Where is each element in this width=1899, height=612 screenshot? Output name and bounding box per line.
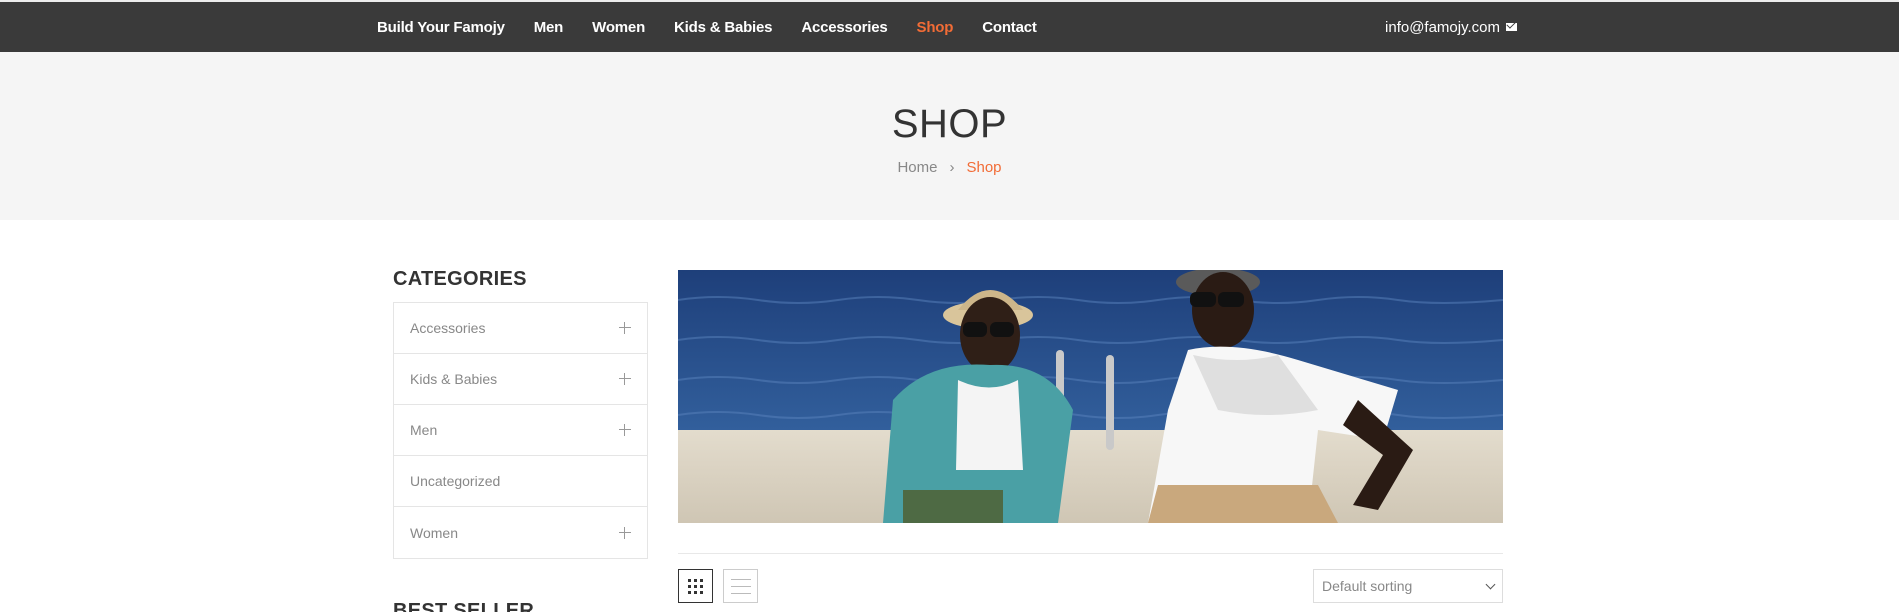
breadcrumb-separator-icon: › bbox=[949, 159, 955, 176]
breadcrumb-current: Shop bbox=[966, 159, 1002, 176]
sort-select[interactable]: Default sorting bbox=[1313, 569, 1503, 603]
best-seller-heading: BEST SELLER bbox=[393, 600, 535, 612]
list-view-icon bbox=[730, 578, 751, 580]
category-item-men[interactable]: Men bbox=[394, 405, 647, 456]
list-view-icon bbox=[730, 585, 751, 587]
nav-item-men[interactable]: Men bbox=[534, 19, 564, 36]
plus-icon[interactable] bbox=[619, 526, 631, 539]
breadcrumb: Home › Shop bbox=[0, 159, 1899, 176]
nav-item-shop[interactable]: Shop bbox=[917, 19, 954, 36]
top-navigation-bar: Build Your Famojy Men Women Kids & Babie… bbox=[0, 0, 1899, 52]
shop-banner-image bbox=[678, 270, 1503, 523]
list-view-button[interactable] bbox=[723, 569, 758, 603]
grid-view-button[interactable] bbox=[678, 569, 713, 603]
email-text: info@famojy.com bbox=[1385, 18, 1500, 36]
category-item-accessories[interactable]: Accessories bbox=[394, 303, 647, 354]
category-item-uncategorized[interactable]: Uncategorized bbox=[394, 456, 647, 507]
nav-item-kids-babies[interactable]: Kids & Babies bbox=[674, 19, 772, 36]
category-label: Accessories bbox=[410, 320, 486, 336]
plus-icon[interactable] bbox=[619, 424, 631, 436]
list-view-icon bbox=[730, 592, 751, 594]
envelope-icon bbox=[1506, 23, 1517, 31]
plus-icon[interactable] bbox=[619, 373, 631, 385]
nav-item-women[interactable]: Women bbox=[592, 19, 645, 36]
chevron-down-icon bbox=[1485, 579, 1496, 589]
nav-item-accessories[interactable]: Accessories bbox=[801, 19, 887, 36]
plus-icon[interactable] bbox=[619, 322, 631, 334]
content-divider bbox=[678, 553, 1503, 554]
nav-item-build-your-famojy[interactable]: Build Your Famojy bbox=[377, 19, 505, 36]
category-label: Kids & Babies bbox=[410, 371, 498, 387]
category-list: Accessories Kids & Babies Men Uncategori… bbox=[393, 302, 648, 559]
category-label: Uncategorized bbox=[410, 473, 501, 489]
sort-selected-value: Default sorting bbox=[1322, 578, 1413, 594]
category-item-kids-babies[interactable]: Kids & Babies bbox=[394, 354, 647, 405]
page-header: SHOP Home › Shop bbox=[0, 52, 1899, 220]
page-title: SHOP bbox=[891, 102, 1008, 146]
category-item-women[interactable]: Women bbox=[394, 507, 647, 558]
categories-heading: CATEGORIES bbox=[393, 268, 527, 290]
grid-view-icon bbox=[688, 578, 703, 594]
breadcrumb-home-link[interactable]: Home bbox=[897, 159, 937, 176]
contact-email-link[interactable]: info@famojy.com bbox=[1385, 2, 1517, 52]
category-label: Men bbox=[410, 422, 438, 438]
category-label: Women bbox=[410, 524, 458, 541]
main-nav: Build Your Famojy Men Women Kids & Babie… bbox=[377, 2, 1066, 52]
nav-item-contact[interactable]: Contact bbox=[982, 19, 1037, 36]
